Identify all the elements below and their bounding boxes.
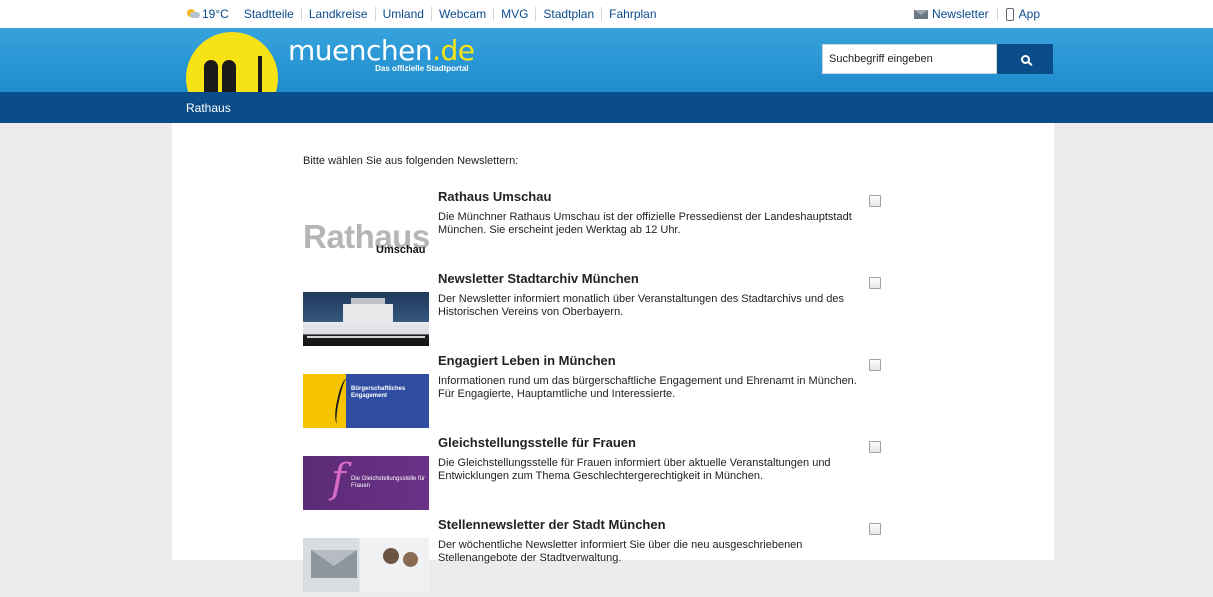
checkbox-gleichstellungsstelle[interactable] (869, 441, 881, 453)
newsletter-item-rathaus-umschau: Rathaus Umschau Rathaus Umschau Die Münc… (303, 189, 903, 269)
link-mvg[interactable]: MVG (493, 7, 535, 21)
newsletter-title: Newsletter Stadtarchiv München (438, 271, 639, 286)
smartphone-icon (1005, 7, 1014, 21)
site-logo[interactable]: muenchen.de Das offizielle Stadtportal (288, 34, 475, 74)
newsletter-description: Der Newsletter informiert monatlich über… (438, 293, 844, 318)
checkbox-engagiert-leben[interactable] (869, 359, 881, 371)
frauenkirche-tower-left-icon (204, 60, 218, 92)
link-landkreise[interactable]: Landkreise (300, 7, 375, 21)
partly-cloudy-icon (186, 9, 200, 19)
top-bar: 19°C Stadtteile Landkreise Umland Webcam… (0, 0, 1213, 28)
breadcrumb-rathaus[interactable]: Rathaus (186, 101, 231, 115)
app-link[interactable]: App (996, 7, 1048, 21)
site-header: muenchen.de Das offizielle Stadtportal (0, 28, 1213, 92)
thumb-rathaus-umschau: Rathaus Umschau (303, 210, 429, 264)
gleichstellung-logo-icon: f (331, 456, 346, 502)
newsletter-description: Der wöchentliche Newsletter informiert S… (438, 539, 803, 564)
engagement-logo-icon (332, 377, 352, 425)
envelope-image-icon (311, 550, 357, 578)
rathaus-spire-icon (258, 56, 262, 92)
newsletter-item-engagiert-leben: Bürgerschaftliches Engagement Engagiert … (303, 353, 903, 433)
search-button[interactable] (997, 44, 1053, 74)
link-webcam[interactable]: Webcam (430, 7, 493, 21)
newsletter-title: Stellennewsletter der Stadt München (438, 517, 666, 532)
archive-building (343, 304, 393, 324)
nav-bar: Rathaus (0, 92, 1213, 123)
newsletter-item-stellennewsletter: Stellennewsletter der Stadt München Der … (303, 517, 903, 597)
brand-name: muenchen (288, 34, 433, 67)
checkbox-stellennewsletter[interactable] (869, 523, 881, 535)
person-photo-icon (383, 548, 399, 564)
thumb-engagement-label: Bürgerschaftliches Engagement (351, 386, 406, 399)
thumb-engagiert-leben: Bürgerschaftliches Engagement (303, 374, 429, 428)
weather-temperature: 19°C (202, 7, 229, 21)
thumb-gleichstellungsstelle: f Die Gleichstellungsstelle für Frauen (303, 456, 429, 510)
main-content: Bitte wählen Sie aus folgenden Newslette… (172, 123, 1054, 592)
link-stadtteile[interactable]: Stadtteile (237, 7, 301, 21)
app-label: App (1018, 7, 1040, 21)
newsletter-description: Informationen rund um das bürgerschaftli… (438, 375, 857, 400)
top-right-links: Newsletter App (906, 0, 1048, 28)
thumb-gleichstellung-label: Die Gleichstellungsstelle für Frauen (351, 476, 426, 489)
thumb-umschau-label: Umschau (376, 244, 426, 256)
intro-text: Bitte wählen Sie aus folgenden Newslette… (303, 155, 519, 167)
newsletter-title: Gleichstellungsstelle für Frauen (438, 435, 636, 450)
checkbox-rathaus-umschau[interactable] (869, 195, 881, 207)
frauenkirche-tower-right-icon (222, 60, 236, 92)
search-form (822, 44, 1053, 74)
newsletter-link[interactable]: Newsletter (906, 7, 997, 21)
thumb-stellennewsletter (303, 538, 429, 592)
newsletter-title: Engagiert Leben in München (438, 353, 616, 368)
top-links: 19°C Stadtteile Landkreise Umland Webcam… (186, 0, 664, 28)
checkbox-stadtarchiv[interactable] (869, 277, 881, 289)
envelope-icon (913, 9, 928, 19)
newsletter-description: Die Münchner Rathaus Umschau ist der off… (438, 211, 852, 236)
link-stadtplan[interactable]: Stadtplan (535, 7, 601, 21)
archive-banner (307, 336, 425, 338)
weather-widget[interactable]: 19°C (186, 7, 237, 21)
brand-tld: .de (432, 34, 475, 67)
search-input[interactable] (822, 44, 997, 74)
thumb-stadtarchiv (303, 292, 429, 346)
newsletter-item-stadtarchiv: Newsletter Stadtarchiv München Der Newsl… (303, 271, 903, 351)
newsletter-label: Newsletter (931, 7, 989, 21)
link-umland[interactable]: Umland (374, 7, 431, 21)
newsletter-description: Die Gleichstellungsstelle für Frauen inf… (438, 457, 831, 482)
newsletter-item-gleichstellungsstelle: f Die Gleichstellungsstelle für Frauen G… (303, 435, 903, 515)
link-fahrplan[interactable]: Fahrplan (601, 7, 663, 21)
search-icon (1020, 54, 1030, 64)
newsletter-title: Rathaus Umschau (438, 189, 552, 204)
